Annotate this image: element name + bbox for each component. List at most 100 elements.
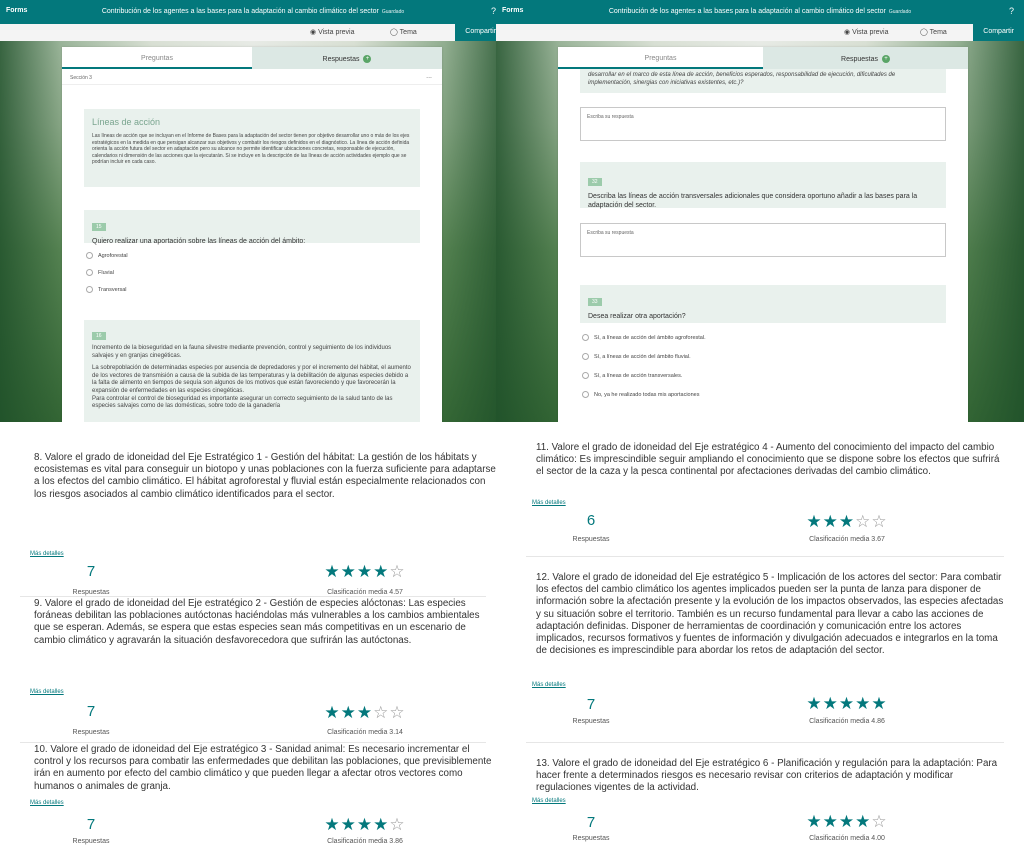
intro-block: Líneas de acción Las líneas de acción qu… <box>84 109 420 187</box>
question-text: Incremento de la bioseguridad en la faun… <box>92 345 392 359</box>
more-details-link[interactable]: Más detalles <box>532 500 566 506</box>
theme-button[interactable]: ◯ Tema <box>920 28 947 36</box>
option-agroforestal[interactable]: Sí, a líneas de acción del ámbito agrofo… <box>582 334 706 341</box>
radio-icon <box>86 269 93 276</box>
star-icon: ★ <box>340 703 357 722</box>
star-icon: ★ <box>324 562 341 581</box>
star-icon: ★ <box>340 815 357 834</box>
option-fluvial[interactable]: Fluvial <box>86 269 114 276</box>
question-16: 16 Incremento de la bioseguridad en la f… <box>84 320 420 422</box>
responses-count: 7 <box>586 696 596 713</box>
responses-label: Respuestas <box>72 729 110 736</box>
option-transversal[interactable]: Sí, a líneas de acción transversales. <box>582 372 682 379</box>
star-icon: ★ <box>373 562 390 581</box>
star-icon: ★ <box>373 815 390 834</box>
divider <box>526 742 1004 743</box>
average-rating: Clasificación media 4.86 <box>809 718 885 725</box>
responses-label: Respuestas <box>572 718 610 725</box>
form-title[interactable]: Contribución de los agentes a las bases … <box>0 8 506 15</box>
star-icon: ☆ <box>389 703 406 722</box>
question-text: Describa las líneas de acción transversa… <box>588 193 918 209</box>
star-icon: ★ <box>871 694 888 713</box>
star-icon: ☆ <box>373 703 390 722</box>
star-icon: ★ <box>822 694 839 713</box>
question-text: 12. Valore el grado de idoneidad del Eje… <box>536 572 1004 657</box>
question-paragraph: Para controlar el control de biosegurida… <box>92 395 393 410</box>
responses-label: Respuestas <box>572 536 610 543</box>
form-tabs: Preguntas Respuestas + <box>558 47 968 69</box>
palette-icon: ◯ <box>390 29 398 36</box>
help-icon[interactable]: ? <box>1009 6 1014 16</box>
intro-text: Las líneas de acción que se incluyan en … <box>92 133 410 166</box>
option-fluvial[interactable]: Sí, a líneas de acción del ámbito fluvia… <box>582 353 691 360</box>
rating-stars: ★★★☆☆ <box>300 703 430 723</box>
section-label: Sección 3 <box>70 75 92 81</box>
theme-button[interactable]: ◯ Tema <box>390 28 417 36</box>
results-column-right: 11. Valore el grado de idoneidad del Eje… <box>506 422 1024 848</box>
star-icon: ☆ <box>389 815 406 834</box>
question-text: Quiero realizar una aportación sobre las… <box>92 238 306 245</box>
question-number: 15 <box>92 223 106 231</box>
question-33: 33 Desea realizar otra aportación? <box>580 285 946 323</box>
option-agroforestal[interactable]: Agroforestal <box>86 252 128 259</box>
responses-count: 7 <box>86 703 96 720</box>
more-details-link[interactable]: Más detalles <box>30 551 64 557</box>
more-details-link[interactable]: Más detalles <box>30 689 64 695</box>
save-status: Guardado <box>381 9 405 15</box>
form-title[interactable]: Contribución de los agentes a las bases … <box>496 8 1024 15</box>
section-menu-icon[interactable]: ... <box>426 73 432 80</box>
question-text: Desea realizar otra aportación? <box>588 313 686 320</box>
rating-stars: ★★★★☆ <box>300 815 430 835</box>
tab-responses[interactable]: Respuestas + <box>252 47 442 69</box>
star-icon: ★ <box>340 562 357 581</box>
tab-questions[interactable]: Preguntas <box>558 47 763 69</box>
responses-badge-icon: + <box>881 55 890 63</box>
star-icon: ★ <box>855 694 872 713</box>
star-icon: ☆ <box>871 812 888 831</box>
average-rating: Clasificación media 3.67 <box>809 536 885 543</box>
divider <box>526 556 1004 557</box>
question-number: 33 <box>588 298 602 306</box>
rating-stars: ★★★★★ <box>782 694 912 714</box>
average-rating: Clasificación media 4.57 <box>327 589 403 596</box>
star-icon: ★ <box>806 512 823 531</box>
save-status: Guardado <box>888 9 912 15</box>
tab-responses[interactable]: Respuestas + <box>763 47 968 69</box>
divider <box>20 596 486 597</box>
responses-count: 7 <box>86 563 96 580</box>
question-text: 8. Valore el grado de idoneidad del Eje … <box>34 452 496 500</box>
question-number: 16 <box>92 332 106 340</box>
star-icon: ★ <box>838 694 856 713</box>
question-text: 9. Valore el grado de idoneidad del Eje … <box>34 598 480 646</box>
question-number: 32 <box>588 178 602 186</box>
star-icon: ☆ <box>871 512 888 531</box>
star-icon: ★ <box>324 703 341 722</box>
form-card: Preguntas Respuestas + desarrollar en el … <box>558 47 968 422</box>
star-icon: ★ <box>822 512 839 531</box>
star-icon: ☆ <box>855 512 872 531</box>
option-transversal[interactable]: Transversal <box>86 286 127 293</box>
star-icon: ★ <box>806 812 823 831</box>
option-no-more[interactable]: No, ya he realizado todas mis aportacion… <box>582 391 699 398</box>
top-bar: Forms Contribución de los agentes a las … <box>496 0 1024 24</box>
preview-button[interactable]: ◉ Vista previa <box>310 28 355 36</box>
responses-label: Respuestas <box>72 838 110 845</box>
star-icon: ★ <box>356 562 374 581</box>
radio-icon <box>582 391 589 398</box>
right-forms-window: Forms Contribución de los agentes a las … <box>496 0 1024 422</box>
answer-input-31[interactable]: Escriba su respuesta <box>580 107 946 141</box>
question-32: 32 Describa las líneas de acción transve… <box>580 162 946 209</box>
tab-questions[interactable]: Preguntas <box>62 47 252 69</box>
preview-button[interactable]: ◉ Vista previa <box>844 28 889 36</box>
rating-stars: ★★★★☆ <box>782 812 912 832</box>
star-icon: ★ <box>822 812 839 831</box>
more-details-link[interactable]: Más detalles <box>532 682 566 688</box>
more-details-link[interactable]: Más detalles <box>532 798 566 804</box>
question-text: 10. Valore el grado de idoneidad del Eje… <box>34 744 492 792</box>
responses-badge-icon: + <box>363 55 372 63</box>
star-icon: ★ <box>855 812 872 831</box>
answer-input-32[interactable]: Escriba su respuesta <box>580 223 946 257</box>
responses-label: Respuestas <box>72 589 110 596</box>
share-button[interactable]: Compartir <box>973 24 1024 41</box>
more-details-link[interactable]: Más detalles <box>30 800 64 806</box>
